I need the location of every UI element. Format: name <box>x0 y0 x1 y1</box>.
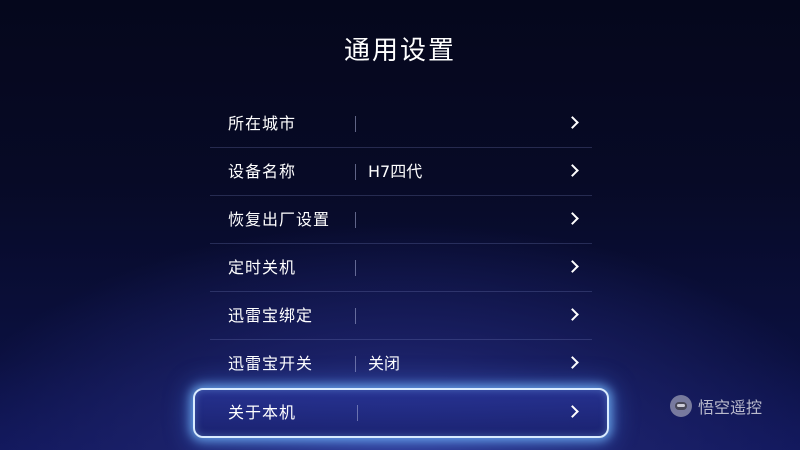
tv-settings-screen: 通用设置 所在城市 设备名称 H7四代 恢复出厂设置 定时关机 迅雷宝绑定 迅雷… <box>0 0 800 450</box>
row-divider <box>355 308 356 324</box>
row-divider <box>355 212 356 228</box>
watermark-text: 悟空遥控 <box>698 398 763 417</box>
menu-item-label: 迅雷宝开关 <box>228 354 314 373</box>
chevron-right-icon <box>566 164 579 177</box>
menu-item-factory-reset[interactable]: 恢复出厂设置 <box>210 196 592 244</box>
chevron-right-icon <box>566 116 579 129</box>
row-divider <box>355 356 356 372</box>
menu-item-timed-shutdown[interactable]: 定时关机 <box>210 244 592 292</box>
menu-item-value: 关闭 <box>368 354 401 373</box>
row-divider <box>355 164 356 180</box>
chevron-right-icon <box>566 356 579 369</box>
wukong-logo-icon <box>670 395 692 417</box>
menu-item-value: H7四代 <box>368 162 423 181</box>
chevron-right-icon <box>566 260 579 273</box>
menu-item-xunleibao-switch[interactable]: 迅雷宝开关 关闭 <box>210 340 592 388</box>
row-divider <box>355 260 356 276</box>
menu-item-device-name[interactable]: 设备名称 H7四代 <box>210 148 592 196</box>
row-divider <box>355 116 356 132</box>
menu-item-label: 设备名称 <box>228 162 297 181</box>
menu-item-about-device[interactable]: 关于本机 <box>193 388 609 438</box>
row-divider <box>357 405 358 421</box>
chevron-right-icon <box>566 212 579 225</box>
chevron-right-icon <box>566 308 579 321</box>
chevron-right-icon <box>566 405 579 418</box>
menu-item-xunleibao-binding[interactable]: 迅雷宝绑定 <box>210 292 592 340</box>
page-title: 通用设置 <box>343 36 456 66</box>
menu-item-label: 关于本机 <box>228 403 297 422</box>
menu-item-label: 迅雷宝绑定 <box>228 306 314 325</box>
menu-item-label: 定时关机 <box>228 258 297 277</box>
watermark: 悟空遥控 <box>670 394 762 418</box>
menu-item-label: 恢复出厂设置 <box>228 210 331 229</box>
menu-item-label: 所在城市 <box>228 114 297 133</box>
menu-item-city[interactable]: 所在城市 <box>210 100 592 148</box>
